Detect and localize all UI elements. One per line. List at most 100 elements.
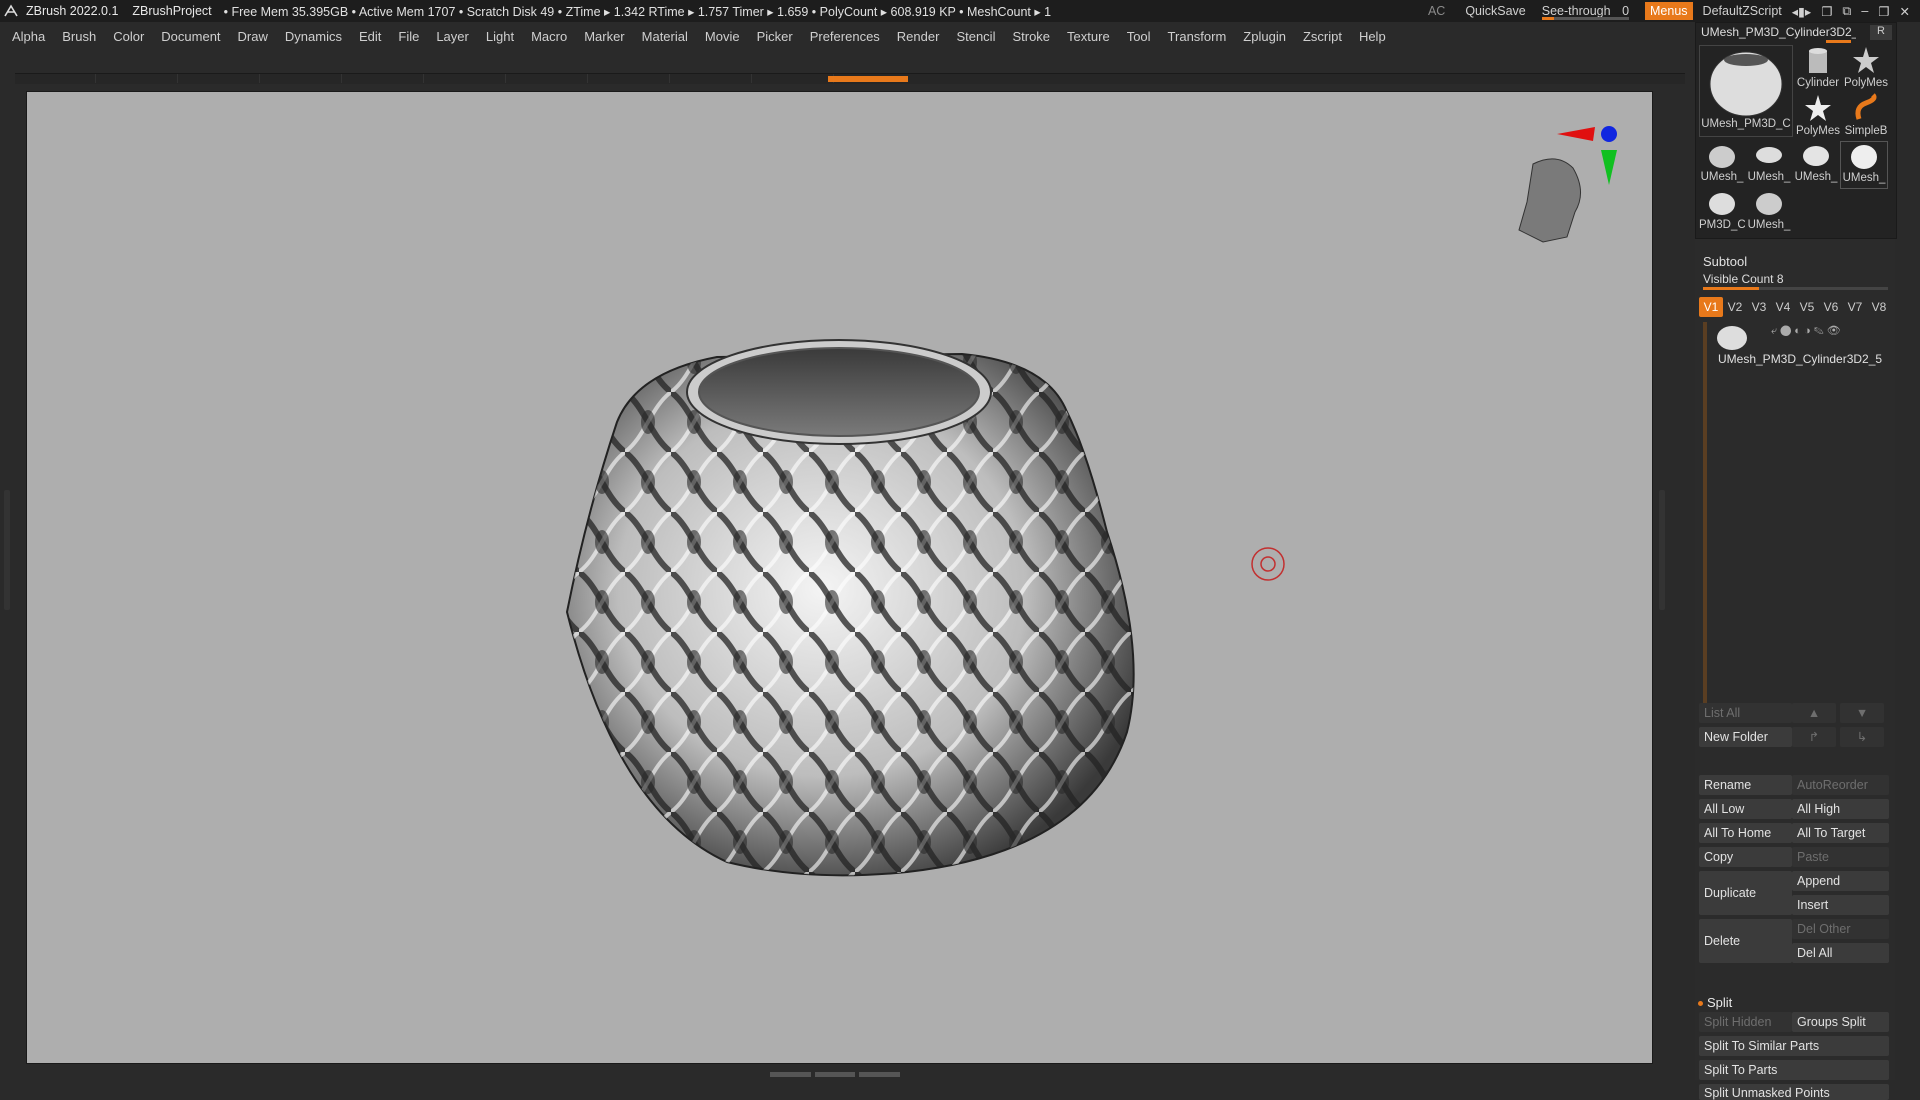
tool-thumb-polymesh-star[interactable]: PolyMes bbox=[1842, 45, 1890, 93]
all-to-home-button[interactable]: All To Home bbox=[1699, 823, 1792, 843]
menu-help[interactable]: Help bbox=[1359, 29, 1386, 44]
menu-stroke[interactable]: Stroke bbox=[1012, 29, 1050, 44]
restore-icon[interactable]: ❐ bbox=[1878, 4, 1889, 19]
copy-button[interactable]: Copy bbox=[1699, 847, 1792, 867]
groups-split-button[interactable]: Groups Split bbox=[1792, 1012, 1889, 1032]
tab-v7[interactable]: V7 bbox=[1843, 297, 1867, 317]
tool-thumb-main[interactable]: UMesh_PM3D_C bbox=[1699, 45, 1793, 137]
split-hidden-button[interactable]: Split Hidden bbox=[1699, 1012, 1792, 1032]
layout-icon[interactable]: ◂▮▸ bbox=[1792, 4, 1811, 19]
split-unmasked-points-button[interactable]: Split Unmasked Points bbox=[1699, 1084, 1889, 1100]
all-to-target-button[interactable]: All To Target bbox=[1792, 823, 1889, 843]
tab-v8[interactable]: V8 bbox=[1867, 297, 1891, 317]
tool-thumb-umesh-4[interactable]: UMesh_ bbox=[1840, 141, 1888, 189]
del-other-button[interactable]: Del Other bbox=[1792, 919, 1889, 939]
umesh-thumbnail-icon bbox=[1756, 193, 1782, 215]
menu-zscript[interactable]: Zscript bbox=[1303, 29, 1342, 44]
menu-layer[interactable]: Layer bbox=[436, 29, 469, 44]
bottom-tray-handle[interactable] bbox=[770, 1070, 901, 1078]
canvas-viewport[interactable] bbox=[26, 91, 1653, 1064]
autoreorder-button[interactable]: AutoReorder bbox=[1792, 775, 1889, 795]
close-icon[interactable]: ✕ bbox=[1900, 4, 1910, 19]
append-button[interactable]: Append bbox=[1792, 871, 1889, 891]
tool-thumb-umesh-2[interactable]: UMesh_ bbox=[1746, 141, 1792, 187]
new-folder-button[interactable]: New Folder bbox=[1699, 727, 1792, 747]
tool-palette: UMesh_PM3D_Cylinder3D2_5 R UMesh_PM3D_C … bbox=[1695, 22, 1897, 239]
all-low-button[interactable]: All Low bbox=[1699, 799, 1792, 819]
vase-mesh[interactable] bbox=[565, 339, 1135, 877]
window-arrange-icon[interactable]: ❐ bbox=[1821, 4, 1832, 19]
menu-transform[interactable]: Transform bbox=[1168, 29, 1227, 44]
menu-dynamics[interactable]: Dynamics bbox=[285, 29, 342, 44]
tab-v6[interactable]: V6 bbox=[1819, 297, 1843, 317]
menu-stencil[interactable]: Stencil bbox=[956, 29, 995, 44]
duplicate-button[interactable]: Duplicate bbox=[1699, 871, 1792, 915]
menu-edit[interactable]: Edit bbox=[359, 29, 381, 44]
menu-file[interactable]: File bbox=[398, 29, 419, 44]
default-zscript-button[interactable]: DefaultZScript bbox=[1703, 4, 1782, 18]
split-to-similar-parts-button[interactable]: Split To Similar Parts bbox=[1699, 1036, 1889, 1056]
menus-toggle-button[interactable]: Menus bbox=[1645, 2, 1693, 20]
tab-v1[interactable]: V1 bbox=[1699, 297, 1723, 317]
tab-v4[interactable]: V4 bbox=[1771, 297, 1795, 317]
ac-label[interactable]: AC bbox=[1428, 4, 1445, 18]
subtool-header[interactable]: Subtool bbox=[1703, 254, 1747, 269]
menu-brush[interactable]: Brush bbox=[62, 29, 96, 44]
move-up-icon[interactable]: ↱ bbox=[1792, 727, 1836, 747]
menu-color[interactable]: Color bbox=[113, 29, 144, 44]
umesh-thumbnail-icon bbox=[1709, 146, 1735, 168]
menu-marker[interactable]: Marker bbox=[584, 29, 624, 44]
menu-tool[interactable]: Tool bbox=[1127, 29, 1151, 44]
left-tray-handle[interactable] bbox=[4, 490, 10, 610]
x-axis-indicator bbox=[1557, 127, 1595, 141]
tool-thumb-simplebrush[interactable]: SimpleB bbox=[1842, 93, 1890, 141]
subtool-tool-icons[interactable]: ⤶ ⬤ ◐ ◑ ✎ 👁 bbox=[1771, 324, 1841, 338]
menu-preferences[interactable]: Preferences bbox=[810, 29, 880, 44]
move-down-icon[interactable]: ↳ bbox=[1840, 727, 1884, 747]
right-tray-handle[interactable] bbox=[1659, 490, 1665, 610]
window-tile-icon[interactable]: ⧉ bbox=[1842, 4, 1851, 19]
paste-button[interactable]: Paste bbox=[1792, 847, 1889, 867]
tab-v3[interactable]: V3 bbox=[1747, 297, 1771, 317]
tab-v2[interactable]: V2 bbox=[1723, 297, 1747, 317]
delete-button[interactable]: Delete bbox=[1699, 919, 1792, 963]
menu-macro[interactable]: Macro bbox=[531, 29, 567, 44]
top-shelf[interactable] bbox=[15, 73, 1685, 84]
split-to-parts-button[interactable]: Split To Parts bbox=[1699, 1060, 1889, 1080]
menu-material[interactable]: Material bbox=[642, 29, 688, 44]
title-bar-controls: AC QuickSave See-through 0 Menus Default… bbox=[1428, 0, 1920, 22]
menu-light[interactable]: Light bbox=[486, 29, 514, 44]
tool-thumb-cylinder[interactable]: Cylinder bbox=[1794, 45, 1842, 93]
tool-thumb-umesh-3[interactable]: UMesh_ bbox=[1793, 141, 1839, 187]
menu-document[interactable]: Document bbox=[161, 29, 220, 44]
visible-count-slider[interactable]: Visible Count 8 bbox=[1703, 272, 1888, 290]
menu-movie[interactable]: Movie bbox=[705, 29, 740, 44]
list-all-button[interactable]: List All bbox=[1699, 703, 1792, 723]
menu-picker[interactable]: Picker bbox=[757, 29, 793, 44]
minimize-icon[interactable]: – bbox=[1861, 4, 1868, 18]
see-through-slider[interactable]: See-through 0 bbox=[1536, 4, 1635, 20]
del-all-button[interactable]: Del All bbox=[1792, 943, 1889, 963]
sculpt-canvas[interactable] bbox=[27, 92, 1652, 1063]
menu-render[interactable]: Render bbox=[897, 29, 940, 44]
menu-alpha[interactable]: Alpha bbox=[12, 29, 45, 44]
tool-thumb-pm3d[interactable]: PM3D_C bbox=[1699, 189, 1745, 235]
tool-thumb-polymesh[interactable]: PolyMes bbox=[1794, 93, 1842, 141]
quicksave-button[interactable]: QuickSave bbox=[1465, 4, 1525, 18]
tab-v5[interactable]: V5 bbox=[1795, 297, 1819, 317]
all-high-button[interactable]: All High bbox=[1792, 799, 1889, 819]
split-header[interactable]: Split bbox=[1707, 995, 1732, 1010]
arrow-up-icon[interactable]: ▲ bbox=[1792, 703, 1836, 723]
subtool-item[interactable]: ⤶ ⬤ ◐ ◑ ✎ 👁 UMesh_PM3D_Cylinder3D2_5 bbox=[1715, 322, 1893, 370]
rename-button[interactable]: Rename bbox=[1699, 775, 1792, 795]
arrow-down-icon[interactable]: ▼ bbox=[1840, 703, 1884, 723]
menu-texture[interactable]: Texture bbox=[1067, 29, 1110, 44]
insert-button[interactable]: Insert bbox=[1792, 895, 1889, 915]
menu-draw[interactable]: Draw bbox=[238, 29, 268, 44]
navigation-head-gizmo[interactable] bbox=[1518, 126, 1617, 243]
r-button[interactable]: R bbox=[1870, 25, 1892, 40]
tool-thumb-umesh-1[interactable]: UMesh_ bbox=[1699, 141, 1745, 187]
menu-zplugin[interactable]: Zplugin bbox=[1243, 29, 1286, 44]
tool-thumb-umesh-5[interactable]: UMesh_ bbox=[1746, 189, 1792, 235]
subtool-list-scrollbar[interactable] bbox=[1703, 322, 1707, 722]
